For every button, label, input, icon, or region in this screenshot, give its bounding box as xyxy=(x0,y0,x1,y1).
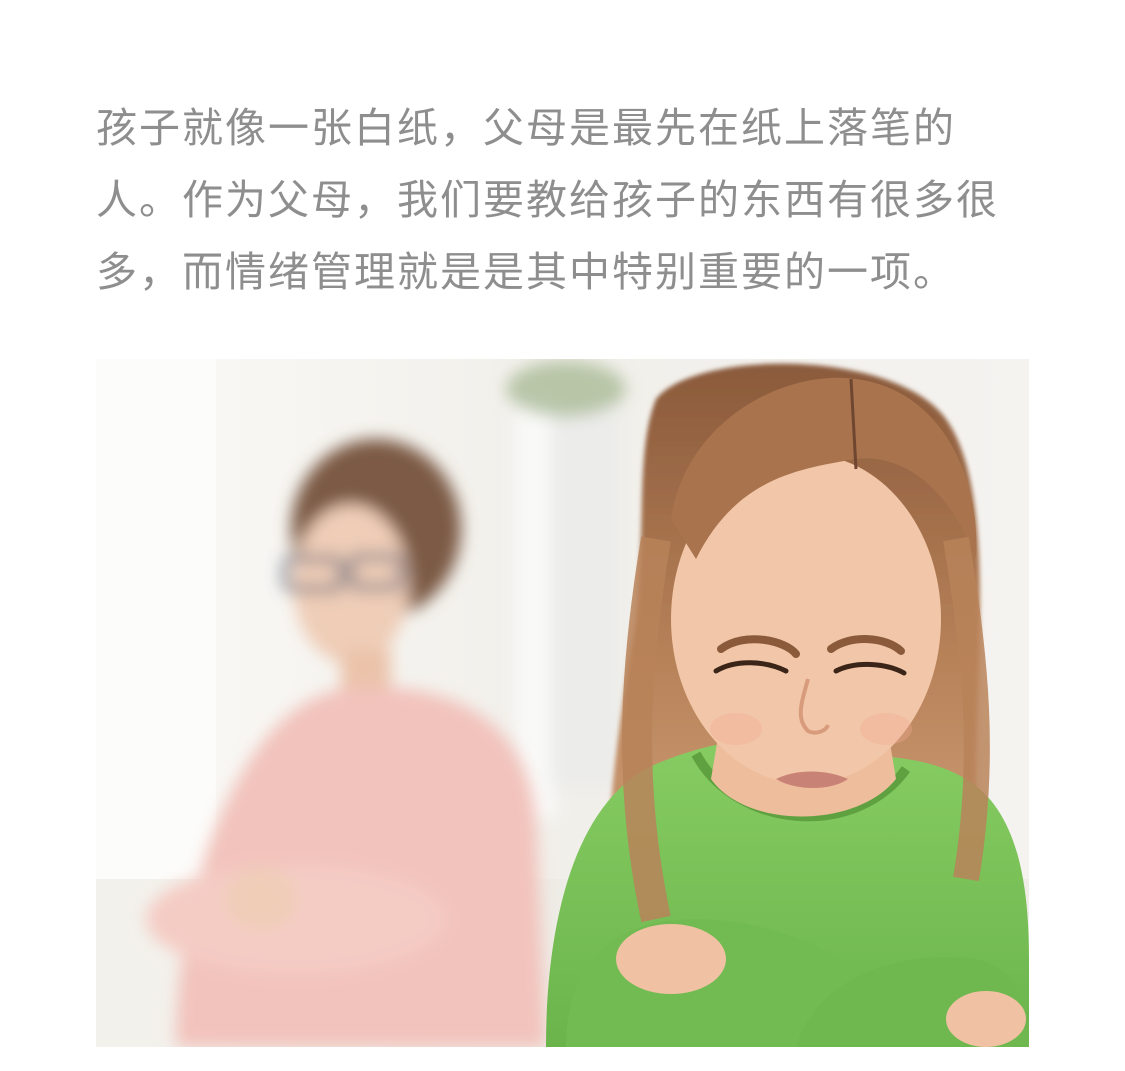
photo-angry-girl-and-mother xyxy=(96,359,1029,1047)
paragraph-line: 多，而情绪管理就是是其中特别重要的一项。 xyxy=(96,248,956,296)
photo-illustration xyxy=(96,359,1029,1047)
background-shelf xyxy=(506,361,626,819)
paragraph-line: 人。作为父母，我们要教给孩子的东西有很多很 xyxy=(96,176,999,224)
intro-paragraph: 孩子就像一张白纸，父母是最先在纸上落笔的 人。作为父母，我们要教给孩子的东西有很… xyxy=(96,92,1036,308)
article: 孩子就像一张白纸，父母是最先在纸上落笔的 人。作为父母，我们要教给孩子的东西有很… xyxy=(0,0,1125,1071)
paragraph-line: 孩子就像一张白纸，父母是最先在纸上落笔的 xyxy=(96,104,956,152)
